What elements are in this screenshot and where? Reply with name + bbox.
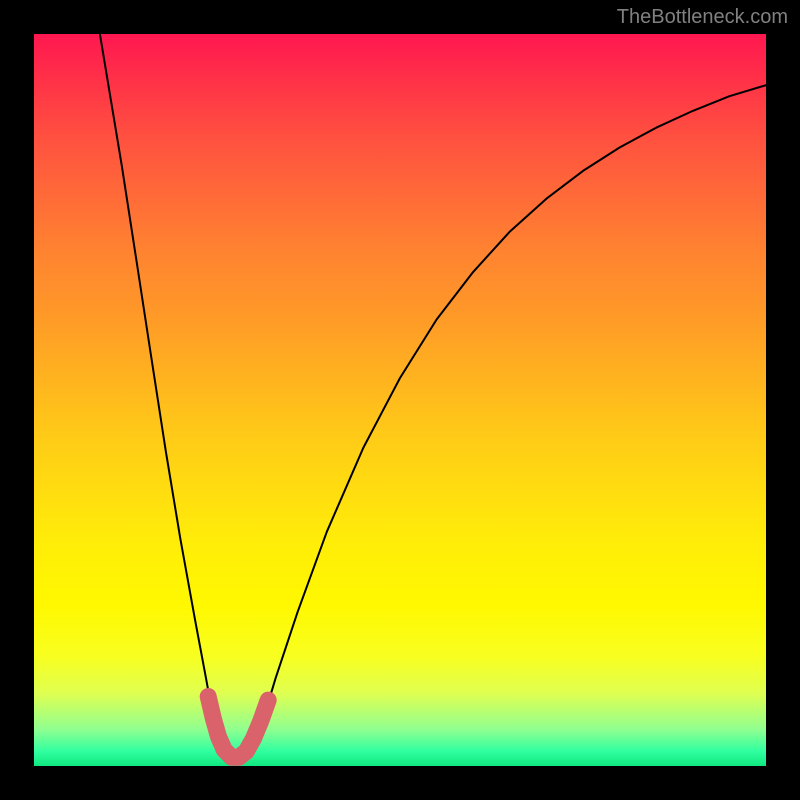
bottleneck-minimum-highlight [208, 697, 268, 758]
chart-svg [34, 34, 766, 766]
site-watermark: TheBottleneck.com [617, 6, 788, 29]
bottleneck-curve [100, 34, 766, 760]
chart-plot-area [34, 34, 766, 766]
